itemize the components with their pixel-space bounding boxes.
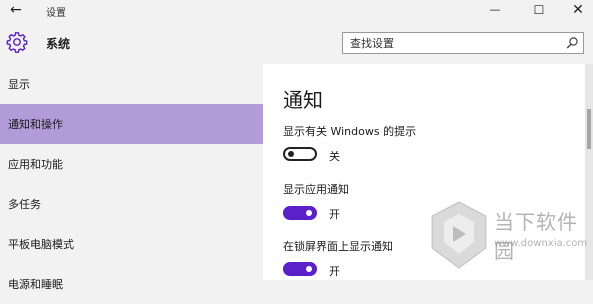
title-bar: ← 设置 — ☐ ✕ (0, 0, 593, 22)
maximize-button[interactable]: ☐ (524, 1, 554, 19)
sidebar-item-label: 电源和睡眠 (8, 278, 63, 291)
setting-label: 显示应用通知 (283, 183, 349, 196)
sidebar-item-power-sleep[interactable]: 电源和睡眠 (0, 264, 263, 304)
section-title: 通知 (283, 88, 323, 112)
close-button[interactable]: ✕ (563, 1, 593, 19)
scrollbar[interactable] (585, 64, 593, 280)
toggle-knob (306, 210, 312, 216)
setting-label: 显示有关 Windows 的提示 (283, 125, 417, 138)
app-header: 系统 (0, 22, 593, 64)
sidebar-item-label: 通知和操作 (8, 118, 63, 131)
sidebar-item-tablet-mode[interactable]: 平板电脑模式 (0, 224, 263, 264)
sidebar-item-label: 多任务 (8, 198, 41, 211)
lock-screen-notifications-toggle[interactable] (283, 262, 317, 276)
sidebar-item-apps[interactable]: 应用和功能 (0, 144, 263, 184)
app-notifications-toggle[interactable] (283, 206, 317, 220)
search-icon[interactable] (565, 36, 579, 50)
sidebar-item-label: 应用和功能 (8, 158, 63, 171)
back-button[interactable]: ← (10, 2, 22, 18)
windows-tips-toggle[interactable] (283, 147, 317, 161)
toggle-state-label: 开 (329, 265, 340, 278)
sidebar-item-multitasking[interactable]: 多任务 (0, 184, 263, 224)
settings-content: 通知 显示有关 Windows 的提示 关 显示应用通知 开 在锁屏界面上显示通… (263, 64, 585, 280)
gear-icon (6, 32, 28, 53)
page-title: 系统 (46, 37, 71, 51)
search-input[interactable] (350, 36, 550, 50)
toggle-knob (288, 151, 294, 157)
sidebar-item-display[interactable]: 显示 (0, 64, 263, 104)
setting-label: 在锁屏界面上显示通知 (283, 240, 393, 253)
sidebar-item-label: 平板电脑模式 (8, 238, 74, 251)
minimize-button[interactable]: — (480, 1, 510, 19)
scrollbar-thumb[interactable] (587, 109, 591, 149)
search-box[interactable] (342, 32, 584, 54)
toggle-knob (306, 266, 312, 272)
toggle-state-label: 关 (329, 150, 340, 163)
window-title: 设置 (46, 8, 66, 19)
toggle-state-label: 开 (329, 208, 340, 221)
sidebar-item-notifications[interactable]: 通知和操作 (0, 104, 263, 144)
sidebar-item-label: 显示 (8, 78, 30, 91)
sidebar: 显示 通知和操作 应用和功能 多任务 平板电脑模式 电源和睡眠 (0, 64, 263, 291)
